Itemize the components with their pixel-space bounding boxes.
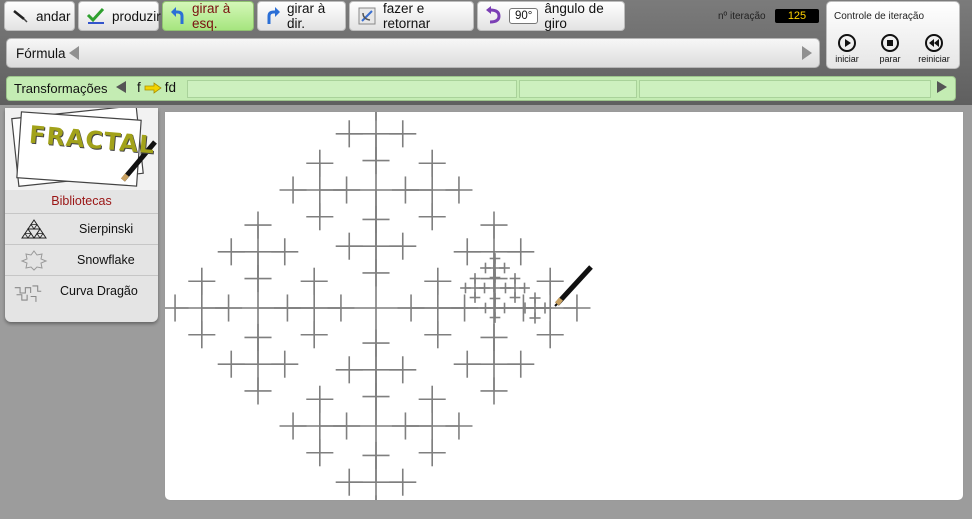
turn-right-button[interactable]: girar à dir. — [257, 1, 346, 31]
library-item-label: Sierpinski — [79, 222, 134, 236]
formula-bar: Fórmula — [6, 38, 820, 68]
checkmark-icon — [86, 7, 105, 24]
do-and-return-button-label: fazer e retornar — [383, 1, 431, 31]
rewind-icon — [925, 34, 943, 52]
libraries-title: Bibliotecas — [51, 194, 112, 208]
pencil-walk-icon — [13, 10, 28, 23]
transformation-slot[interactable] — [519, 80, 637, 98]
produce-button[interactable]: produzir — [78, 1, 161, 31]
walk-button[interactable]: andar — [4, 1, 75, 31]
rotation-angle-control[interactable]: 90° ângulo de giro — [477, 1, 625, 31]
sierpinski-icon — [21, 219, 47, 239]
angle-label: ângulo de giro — [544, 1, 604, 31]
stop-button-label: parar — [879, 54, 901, 64]
formula-scroll-left-icon[interactable] — [69, 46, 79, 60]
rule-from: f — [137, 80, 141, 95]
formula-label: Fórmula — [16, 46, 66, 61]
turtle-pencil-icon — [554, 265, 593, 307]
library-item-dragon-curve[interactable]: Curva Dragão — [5, 275, 158, 311]
transformation-slot[interactable] — [187, 80, 517, 98]
iteration-label: nº iteração — [718, 11, 766, 22]
dragon-curve-icon — [14, 285, 42, 302]
library-item-label: Curva Dragão — [60, 284, 138, 298]
start-button-label: iniciar — [835, 54, 859, 64]
snowflake-icon — [20, 250, 48, 271]
reset-button[interactable]: reiniciar — [914, 34, 954, 64]
turn-left-button[interactable]: girar à esq. — [162, 1, 254, 31]
iteration-value: 125 — [775, 9, 819, 23]
transformations-label: Transformações — [14, 81, 108, 96]
reset-button-label: reiniciar — [918, 54, 950, 64]
start-button[interactable]: iniciar — [827, 34, 867, 64]
turn-right-button-label: girar à dir. — [287, 1, 326, 31]
turn-right-arrow-icon — [267, 7, 280, 24]
iteration-control-panel: Controle de iteração iniciar parar reini… — [826, 1, 960, 69]
play-icon — [838, 34, 856, 52]
library-item-sierpinski[interactable]: Sierpinski — [5, 213, 158, 244]
transformations-scroll-right-icon[interactable] — [937, 81, 947, 93]
library-sidebar: FRACTAL Bibliotecas Sierpinski Snowflake… — [5, 108, 158, 322]
rule-to: fd — [164, 80, 177, 95]
formula-scroll-right-icon[interactable] — [802, 46, 812, 60]
yellow-arrow-icon — [144, 81, 162, 94]
turn-left-arrow-icon — [171, 7, 184, 24]
produce-button-label: produzir — [112, 8, 161, 24]
angle-value-field[interactable]: 90° — [509, 8, 539, 24]
library-item-snowflake[interactable]: Snowflake — [5, 244, 158, 275]
fractal-drawing — [165, 112, 593, 500]
transformations-scroll-left-icon[interactable] — [116, 81, 126, 93]
drawing-canvas[interactable] — [164, 111, 964, 501]
rotate-icon — [486, 6, 501, 24]
do-and-return-button[interactable]: fazer e retornar — [349, 1, 474, 31]
iteration-control-title: Controle de iteração — [834, 11, 925, 22]
fractal-logo: FRACTAL — [5, 108, 158, 190]
transformations-bar: Transformações f fd — [6, 76, 956, 101]
library-item-label: Snowflake — [77, 253, 135, 267]
stop-button[interactable]: parar — [870, 34, 910, 64]
transformation-rule[interactable]: f fd — [137, 80, 176, 95]
transformation-slot[interactable] — [639, 80, 931, 98]
return-icon — [358, 7, 376, 25]
fractal-curve — [165, 112, 591, 500]
stop-icon — [881, 34, 899, 52]
walk-button-label: andar — [36, 8, 71, 24]
turn-left-button-label: girar à esq. — [192, 1, 231, 31]
